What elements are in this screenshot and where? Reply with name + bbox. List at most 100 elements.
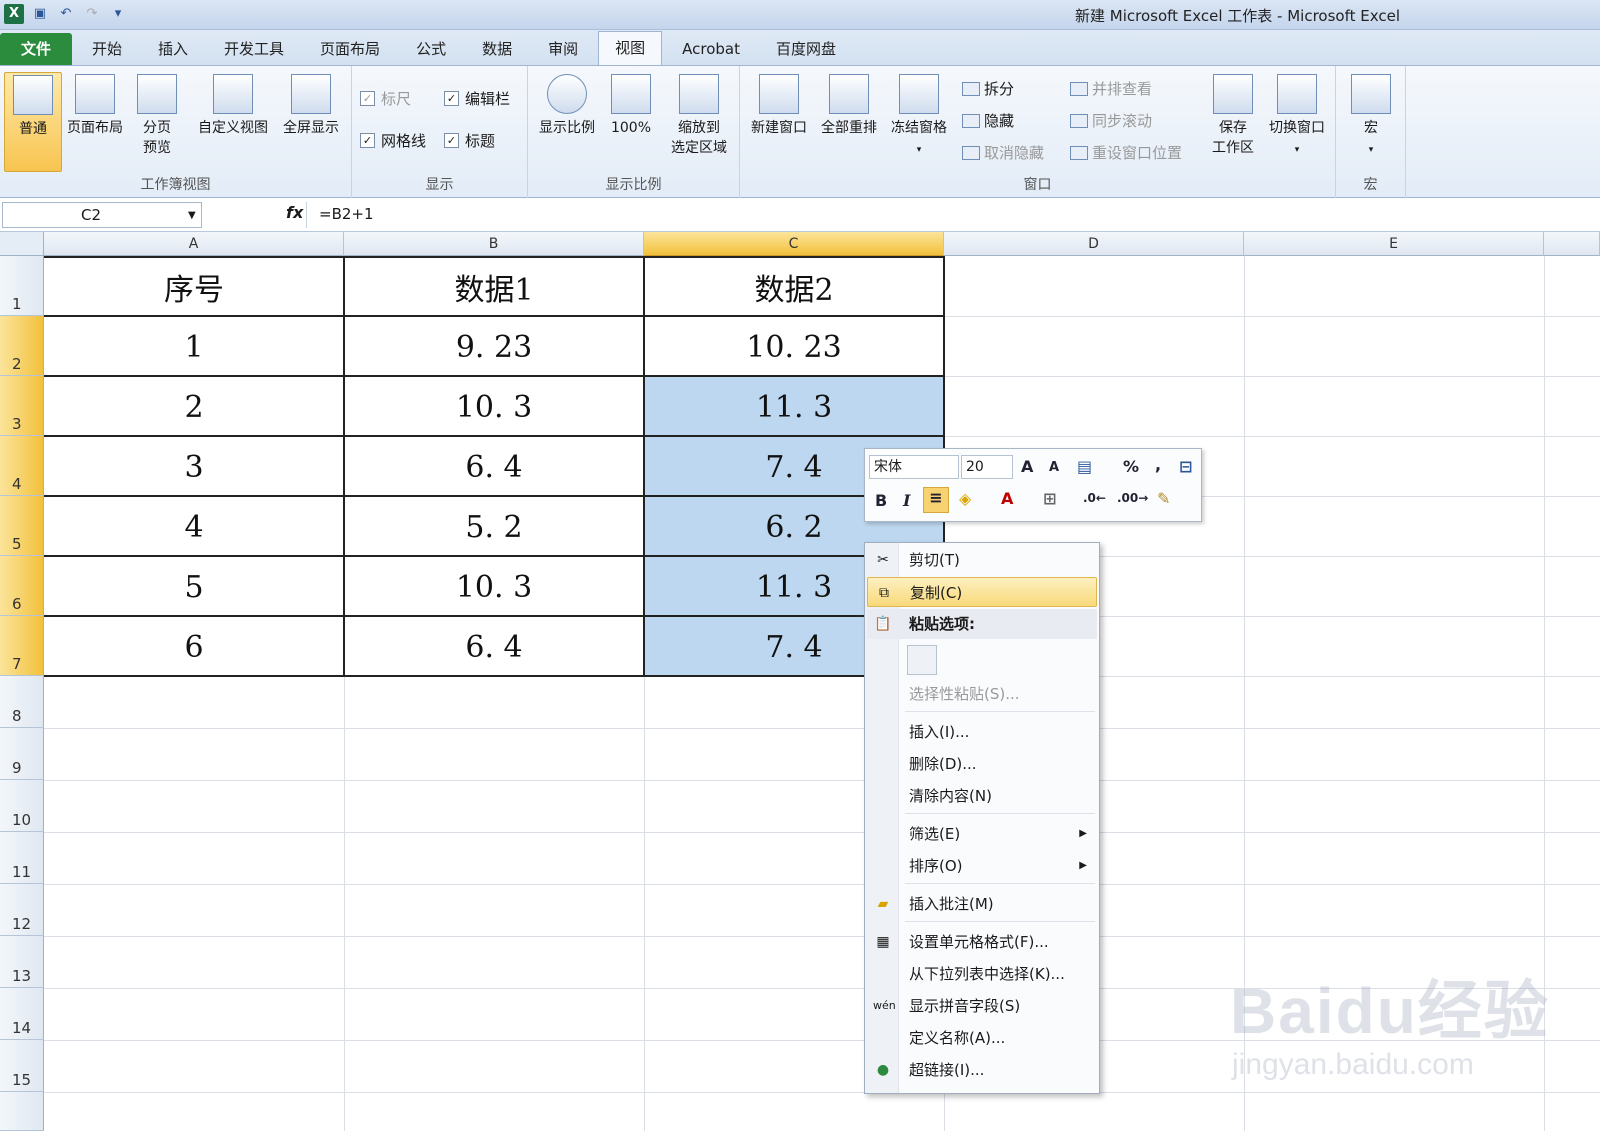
accounting-format-icon[interactable]: ▤ [1077,457,1092,476]
name-box-dropdown-icon[interactable]: ▼ [188,210,196,221]
fill-color-icon[interactable]: ◈ [959,489,971,508]
active-cell[interactable]: 10. 23 [644,318,944,376]
tab-page-layout[interactable]: 页面布局 [304,33,396,65]
menu-item-filter[interactable]: 筛选(E) ▶ [867,819,1097,849]
table-cell[interactable]: 6. 4 [344,438,644,496]
menu-item-delete[interactable]: 删除(D)... [867,749,1097,779]
customize-qat-icon[interactable]: ▾ [108,4,128,24]
tab-view[interactable]: 视图 [598,31,663,65]
tab-baidu-netdisk[interactable]: 百度网盘 [760,33,852,65]
row-header-7[interactable]: 7 [0,616,44,676]
tab-acrobat[interactable]: Acrobat [666,33,756,65]
table-cell[interactable]: 2 [44,378,344,436]
freeze-panes-button[interactable]: 冻结窗格 ▾ [886,72,952,172]
zoom-100-button[interactable]: 100% [602,72,660,172]
switch-windows-button[interactable]: 切换窗口 ▾ [1262,72,1332,172]
fullscreen-button[interactable]: 全屏显示 [276,72,346,172]
column-header-d[interactable]: D [944,232,1244,256]
column-header-partial[interactable] [1544,232,1600,256]
table-cell[interactable]: 4 [44,498,344,556]
font-size-box[interactable]: 20 [961,455,1013,479]
row-header-6[interactable]: 6 [0,556,44,616]
insert-function-icon[interactable]: fx [286,203,303,222]
table-cell[interactable]: 1 [44,318,344,376]
decrease-decimal-icon[interactable]: .00→ [1117,491,1148,505]
grow-font-icon[interactable]: A [1021,457,1033,476]
comma-style-icon[interactable]: , [1155,455,1161,474]
gridlines-checkbox[interactable]: ✓ 网格线 [360,130,426,151]
column-header-c[interactable]: C [644,232,944,256]
table-cell[interactable]: 5. 2 [344,498,644,556]
zoom-to-selection-button[interactable]: 缩放到 选定区域 [662,72,736,172]
tab-data[interactable]: 数据 [466,33,528,65]
table-cell[interactable]: 9. 23 [344,318,644,376]
table-header-cell[interactable]: 序号 [44,258,344,316]
menu-item-pick-from-list[interactable]: 从下拉列表中选择(K)... [867,959,1097,989]
column-header-e[interactable]: E [1244,232,1544,256]
row-header-4[interactable]: 4 [0,436,44,496]
menu-item-insert-comment[interactable]: ▰ 插入批注(M) [867,889,1097,919]
italic-icon[interactable]: I [903,491,910,510]
unhide-button[interactable]: 取消隐藏 [962,142,1044,163]
menu-item-format-cells[interactable]: ▦ 设置单元格格式(F)... [867,927,1097,957]
menu-item-cut[interactable]: ✂ 剪切(T) [867,545,1097,575]
menu-item-define-name[interactable]: 定义名称(A)... [867,1023,1097,1053]
percent-style-icon[interactable]: % [1123,457,1139,476]
tab-insert[interactable]: 插入 [142,33,204,65]
row-header-3[interactable]: 3 [0,376,44,436]
table-header-cell[interactable]: 数据2 [644,258,944,316]
row-header-partial[interactable] [0,1092,44,1131]
page-layout-view-button[interactable]: 页面布局 [62,72,128,172]
bold-icon[interactable]: B [875,491,887,510]
hide-button[interactable]: 隐藏 [962,110,1014,131]
font-name-box[interactable]: 宋体 [869,455,959,479]
row-header-9[interactable]: 9 [0,728,44,780]
normal-view-button[interactable]: 普通 [4,72,62,172]
paste-option-icon[interactable] [907,645,937,675]
tab-review[interactable]: 审阅 [532,33,594,65]
increase-decimal-icon[interactable]: .0← [1083,491,1106,505]
menu-item-show-phonetic[interactable]: wén 显示拼音字段(S) [867,991,1097,1021]
formula-input[interactable]: =B2+1 [306,202,1596,228]
sync-scroll-button[interactable]: 同步滚动 [1070,110,1152,131]
formula-bar-checkbox[interactable]: ✓ 编辑栏 [444,88,510,109]
headings-checkbox[interactable]: ✓ 标题 [444,130,495,151]
table-cell[interactable]: 6 [44,618,344,676]
center-align-icon[interactable]: ≡ [923,487,949,513]
table-cell[interactable]: 10. 3 [344,558,644,616]
menu-item-insert[interactable]: 插入(I)... [867,717,1097,747]
row-header-11[interactable]: 11 [0,832,44,884]
row-header-15[interactable]: 15 [0,1040,44,1092]
page-break-preview-button[interactable]: 分页 预览 [128,72,186,172]
name-box[interactable]: C2 [2,202,202,228]
reset-window-position-button[interactable]: 重设窗口位置 [1070,142,1182,163]
menu-item-copy[interactable]: ⧉ 复制(C) [867,577,1097,607]
save-icon[interactable]: ▣ [30,4,50,24]
split-button[interactable]: 拆分 [962,78,1014,99]
menu-item-hyperlink[interactable]: ● 超链接(I)... [867,1055,1097,1085]
table-cell[interactable]: 6. 4 [344,618,644,676]
row-header-14[interactable]: 14 [0,988,44,1040]
side-by-side-button[interactable]: 并排查看 [1070,78,1152,99]
tab-developer[interactable]: 开发工具 [208,33,300,65]
column-header-a[interactable]: A [44,232,344,256]
custom-views-button[interactable]: 自定义视图 [192,72,274,172]
menu-item-clear-contents[interactable]: 清除内容(N) [867,781,1097,811]
table-cell[interactable]: 11. 3 [644,378,944,436]
merge-center-icon[interactable]: ⊟ [1179,457,1192,476]
format-painter-icon[interactable]: ✎ [1157,489,1170,508]
row-header-13[interactable]: 13 [0,936,44,988]
tab-formulas[interactable]: 公式 [400,33,462,65]
row-header-10[interactable]: 10 [0,780,44,832]
borders-icon[interactable]: ⊞ [1043,489,1056,508]
undo-icon[interactable]: ↶ [56,4,76,24]
menu-item-paste-special[interactable]: 选择性粘贴(S)... [867,679,1097,709]
row-header-12[interactable]: 12 [0,884,44,936]
table-header-cell[interactable]: 数据1 [344,258,644,316]
ruler-checkbox[interactable]: ✓ 标尺 [360,88,411,109]
tab-file[interactable]: 文件 [0,33,72,65]
zoom-button[interactable]: 显示比例 [532,72,602,172]
macros-button[interactable]: 宏 ▾ [1342,72,1400,172]
table-cell[interactable]: 10. 3 [344,378,644,436]
table-cell[interactable]: 5 [44,558,344,616]
